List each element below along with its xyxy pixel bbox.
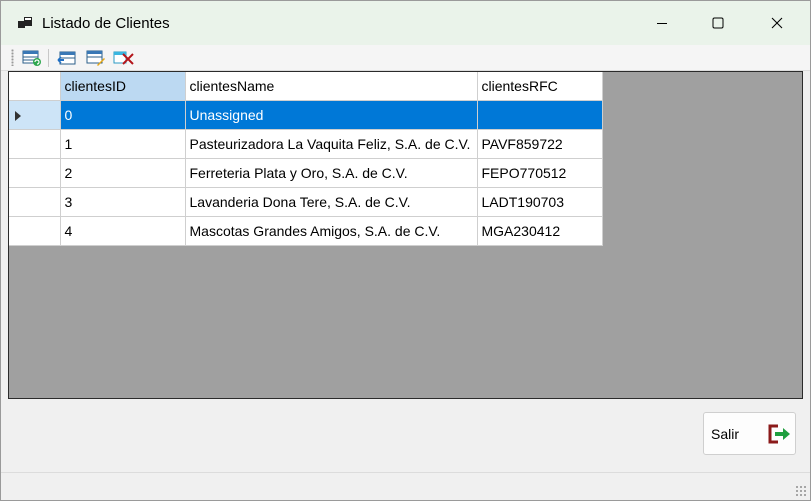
table-row[interactable]: 1 Pasteurizadora La Vaquita Feliz, S.A. … [9, 129, 603, 159]
toolbar-grip[interactable] [11, 49, 14, 66]
row-header[interactable] [9, 216, 61, 246]
cell-clientesid[interactable]: 1 [60, 129, 186, 159]
resize-grip-icon[interactable] [795, 485, 807, 497]
main-window: Listado de Clientes clientesID clientesN… [0, 0, 811, 501]
table-row[interactable]: 0 Unassigned [9, 100, 603, 130]
footer-panel [1, 399, 810, 472]
refresh-button[interactable] [21, 47, 43, 69]
status-bar [1, 472, 810, 500]
move-left-icon [57, 51, 76, 65]
row-header[interactable] [9, 187, 61, 217]
table-row[interactable]: 2 Ferreteria Plata y Oro, S.A. de C.V. F… [9, 158, 603, 188]
toolbar-separator [48, 49, 49, 67]
clients-table: clientesID clientesName clientesRFC 0 Un… [9, 72, 603, 246]
cell-clientesrfc[interactable]: FEPO770512 [477, 158, 603, 188]
row-header[interactable] [9, 129, 61, 159]
delete-icon [113, 51, 134, 65]
table-row[interactable]: 3 Lavanderia Dona Tere, S.A. de C.V. LAD… [9, 187, 603, 217]
exit-button[interactable]: Salir [703, 412, 796, 455]
title-bar[interactable]: Listado de Clientes [1, 1, 810, 45]
close-button[interactable] [749, 1, 805, 45]
cell-clientesname[interactable]: Pasteurizadora La Vaquita Feliz, S.A. de… [185, 129, 478, 159]
cell-clientesid[interactable]: 4 [60, 216, 186, 246]
table-row[interactable]: 4 Mascotas Grandes Amigos, S.A. de C.V. … [9, 216, 603, 246]
corner-header[interactable] [9, 72, 61, 101]
cell-clientesid[interactable]: 3 [60, 187, 186, 217]
row-header[interactable] [9, 158, 61, 188]
current-row-icon [15, 110, 21, 121]
edit-button[interactable] [85, 47, 107, 69]
cell-clientesrfc[interactable] [477, 100, 603, 130]
maximize-button[interactable] [690, 1, 746, 45]
refresh-icon [22, 50, 41, 66]
column-header-clientesid[interactable]: clientesID [60, 72, 186, 101]
edit-icon [86, 50, 105, 66]
cell-clientesname[interactable]: Unassigned [185, 100, 478, 130]
delete-button[interactable] [113, 47, 135, 69]
header-row: clientesID clientesName clientesRFC [9, 72, 603, 101]
cell-clientesrfc[interactable]: PAVF859722 [477, 129, 603, 159]
minimize-button[interactable] [634, 1, 690, 45]
minimize-icon [657, 23, 667, 24]
cell-clientesid[interactable]: 2 [60, 158, 186, 188]
window-title: Listado de Clientes [42, 15, 170, 32]
close-icon [771, 17, 783, 29]
clients-grid[interactable]: clientesID clientesName clientesRFC 0 Un… [8, 71, 803, 399]
column-header-clientesname[interactable]: clientesName [185, 72, 478, 101]
cell-clientesname[interactable]: Lavanderia Dona Tere, S.A. de C.V. [185, 187, 478, 217]
exit-icon [768, 424, 790, 444]
cell-clientesid[interactable]: 0 [60, 100, 186, 130]
cell-clientesname[interactable]: Ferreteria Plata y Oro, S.A. de C.V. [185, 158, 478, 188]
maximize-icon [712, 17, 724, 29]
cell-clientesrfc[interactable]: LADT190703 [477, 187, 603, 217]
row-header[interactable] [9, 100, 61, 130]
exit-button-label: Salir [711, 425, 740, 442]
app-icon [18, 17, 32, 28]
column-header-clientesrfc[interactable]: clientesRFC [477, 72, 603, 101]
cell-clientesname[interactable]: Mascotas Grandes Amigos, S.A. de C.V. [185, 216, 478, 246]
move-left-button[interactable] [56, 47, 78, 69]
cell-clientesrfc[interactable]: MGA230412 [477, 216, 603, 246]
toolbar [1, 45, 810, 71]
